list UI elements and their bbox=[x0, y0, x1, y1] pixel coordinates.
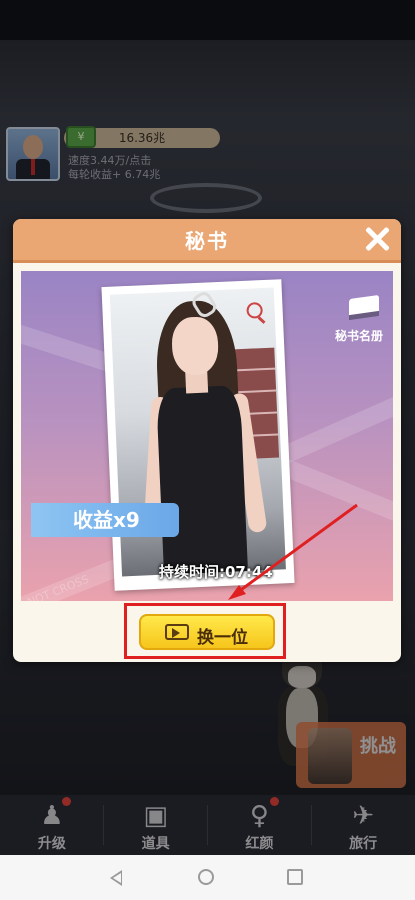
back-icon[interactable] bbox=[110, 870, 122, 886]
system-nav-bar bbox=[0, 855, 415, 900]
recent-apps-icon[interactable] bbox=[287, 869, 303, 885]
annotation-arrow bbox=[228, 503, 358, 600]
home-icon[interactable] bbox=[198, 869, 214, 885]
